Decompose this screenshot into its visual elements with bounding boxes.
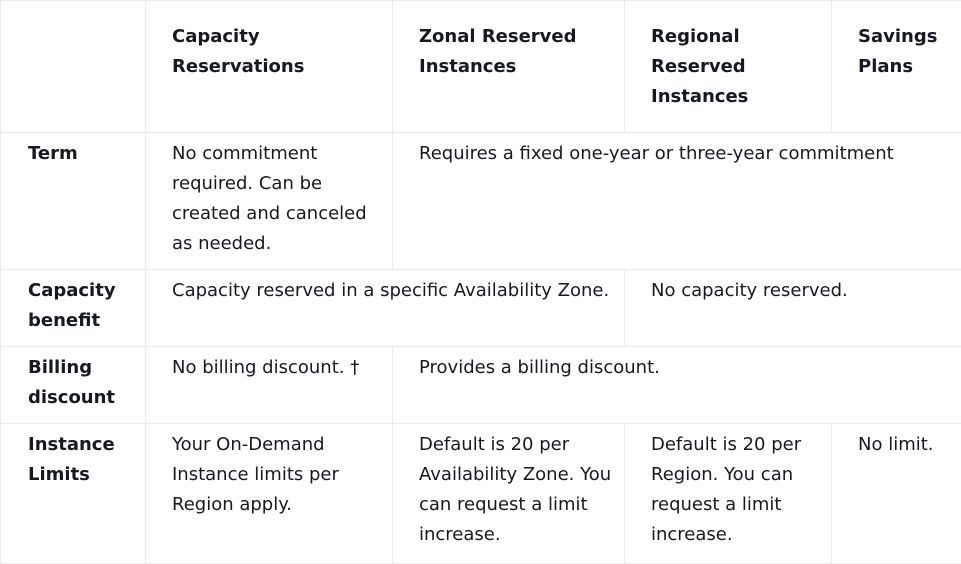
table-body: Term No commitment required. Can be crea… [1, 133, 961, 564]
cell-billing-discount-others: Provides a billing discount. [393, 347, 961, 424]
cell-instance-limits-regional: Default is 20 per Region. You can reques… [625, 424, 832, 564]
cell-term-others: Requires a fixed one-year or three-year … [393, 133, 961, 270]
header-savings-plans: Savings Plans [832, 1, 961, 133]
header-regional-reserved-instances: Regional Reserved Instances [625, 1, 832, 133]
cell-instance-limits-zonal: Default is 20 per Availability Zone. You… [393, 424, 625, 564]
cell-instance-limits-capacity-reservations: Your On-Demand Instance limits per Regio… [146, 424, 393, 564]
row-label-term: Term [1, 133, 146, 270]
table-row-billing-discount: Billing discount No billing discount. † … [1, 347, 961, 424]
cell-billing-discount-capacity-reservations: No billing discount. † [146, 347, 393, 424]
table-row-instance-limits: Instance Limits Your On-Demand Instance … [1, 424, 961, 564]
header-zonal-reserved-instances: Zonal Reserved Instances [393, 1, 625, 133]
row-label-billing-discount: Billing discount [1, 347, 146, 424]
row-label-capacity-benefit: Capacity benefit [1, 270, 146, 347]
table-row-capacity-benefit: Capacity benefit Capacity reserved in a … [1, 270, 961, 347]
cell-capacity-benefit-zonal: Capacity reserved in a specific Availabi… [146, 270, 625, 347]
cell-instance-limits-savings-plans: No limit. [832, 424, 961, 564]
row-label-instance-limits: Instance Limits [1, 424, 146, 564]
header-capacity-reservations: Capacity Reservations [146, 1, 393, 133]
table-row-term: Term No commitment required. Can be crea… [1, 133, 961, 270]
cell-term-capacity-reservations: No commitment required. Can be created a… [146, 133, 393, 270]
header-blank [1, 1, 146, 133]
comparison-table: Capacity Reservations Zonal Reserved Ins… [0, 0, 961, 564]
cell-capacity-benefit-non-zonal: No capacity reserved. [625, 270, 961, 347]
header-row: Capacity Reservations Zonal Reserved Ins… [1, 1, 961, 133]
table-header: Capacity Reservations Zonal Reserved Ins… [1, 1, 961, 133]
